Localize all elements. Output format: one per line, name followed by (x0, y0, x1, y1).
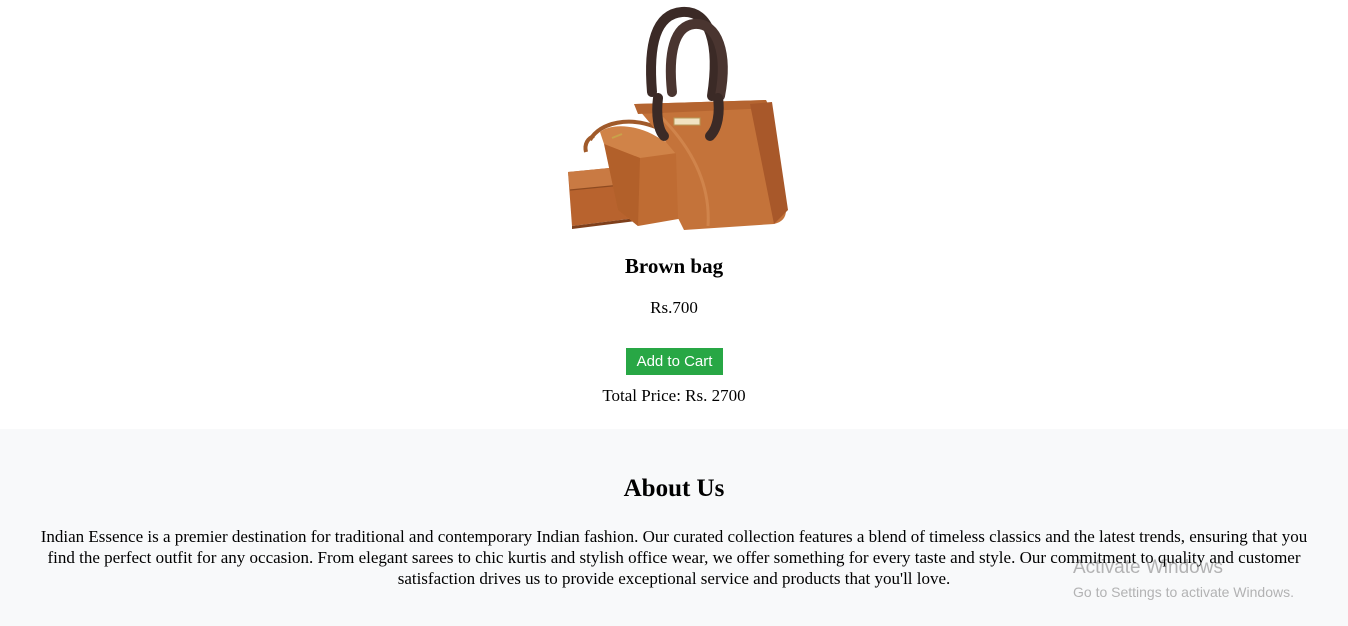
product-card: Brown bag Rs.700 Add to Cart Total Price… (0, 0, 1348, 429)
product-price: Rs.700 (650, 298, 698, 317)
about-us-title: About Us (623, 475, 725, 502)
about-us-text: Indian Essence is a premier destination … (40, 527, 1308, 588)
add-to-cart-button[interactable]: Add to Cart (626, 348, 723, 375)
total-price: Total Price: Rs. 2700 (602, 386, 746, 405)
product-name: Brown bag (624, 254, 724, 278)
about-us-section: About Us Indian Essence is a premier des… (0, 429, 1348, 626)
product-image[interactable] (560, 4, 790, 234)
